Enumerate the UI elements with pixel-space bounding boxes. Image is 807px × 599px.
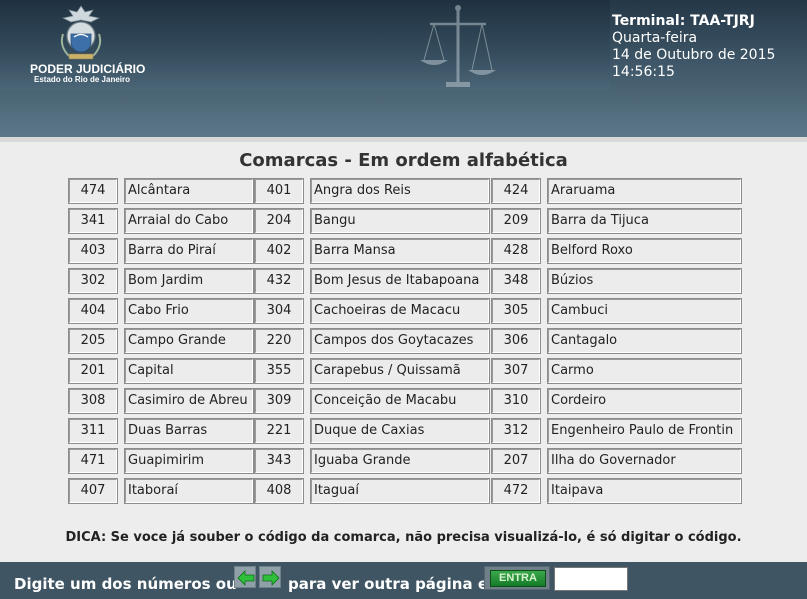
coat-of-arms-icon xyxy=(60,5,102,60)
comarca-code-button[interactable]: 343 xyxy=(254,448,304,474)
comarca-code-button[interactable]: 201 xyxy=(68,358,118,384)
comarca-name-button[interactable]: Duque de Caxias xyxy=(310,418,490,444)
code-input[interactable] xyxy=(554,567,628,591)
comarca-name-button[interactable]: Cambuci xyxy=(547,298,742,324)
comarca-code-button[interactable]: 407 xyxy=(68,478,118,504)
left-arrow-icon xyxy=(237,570,255,586)
comarca-name-button[interactable]: Itaipava xyxy=(547,478,742,504)
comarca-code-button[interactable]: 432 xyxy=(254,268,304,294)
comarca-name-button[interactable]: Casimiro de Abreu xyxy=(124,388,254,414)
comarca-code-button[interactable]: 310 xyxy=(491,388,541,414)
comarca-name-button[interactable]: Cantagalo xyxy=(547,328,742,354)
comarca-code-button[interactable]: 311 xyxy=(68,418,118,444)
org-name: PODER JUDICIÁRIO xyxy=(30,62,146,76)
comarca-name-button[interactable]: Cachoeiras de Macacu xyxy=(310,298,490,324)
comarca-code-button[interactable]: 207 xyxy=(491,448,541,474)
enter-button[interactable]: ENTRA xyxy=(484,566,550,590)
comarca-name-button[interactable]: Itaguaí xyxy=(310,478,490,504)
org-subtitle: Estado do Rio de Janeiro xyxy=(34,75,131,84)
comarca-code-button[interactable]: 304 xyxy=(254,298,304,324)
comarca-code-button[interactable]: 355 xyxy=(254,358,304,384)
previous-page-button[interactable] xyxy=(234,566,256,588)
footer-instruction-2: para ver outra página e xyxy=(288,575,489,593)
comarca-name-button[interactable]: Ilha do Governador xyxy=(547,448,742,474)
comarca-code-button[interactable]: 424 xyxy=(491,178,541,204)
comarca-code-button[interactable]: 209 xyxy=(491,208,541,234)
comarca-code-button[interactable]: 471 xyxy=(68,448,118,474)
main-content: Comarcas - Em ordem alfabética 474 Alcânt… xyxy=(0,142,807,562)
comarca-code-button[interactable]: 474 xyxy=(68,178,118,204)
comarca-name-button[interactable]: Campo Grande xyxy=(124,328,254,354)
comarca-code-button[interactable]: 302 xyxy=(68,268,118,294)
comarca-code-button[interactable]: 408 xyxy=(254,478,304,504)
comarca-name-button[interactable]: Bom Jardim xyxy=(124,268,254,294)
comarca-name-button[interactable]: Araruama xyxy=(547,178,742,204)
comarca-code-button[interactable]: 341 xyxy=(68,208,118,234)
comarca-code-button[interactable]: 312 xyxy=(491,418,541,444)
weekday: Quarta-feira xyxy=(612,30,698,46)
comarca-name-button[interactable]: Alcântara xyxy=(124,178,254,204)
comarca-code-button[interactable]: 204 xyxy=(254,208,304,234)
footer-instruction-1: Digite um dos números ou xyxy=(14,575,237,593)
comarca-code-button[interactable]: 220 xyxy=(254,328,304,354)
comarca-name-button[interactable]: Cordeiro xyxy=(547,388,742,414)
page-title: Comarcas - Em ordem alfabética xyxy=(239,150,568,171)
comarca-name-button[interactable]: Barra do Piraí xyxy=(124,238,254,264)
comarca-name-button[interactable]: Guapimirim xyxy=(124,448,254,474)
comarca-name-button[interactable]: Iguaba Grande xyxy=(310,448,490,474)
comarca-name-button[interactable]: Bangu xyxy=(310,208,490,234)
comarca-code-button[interactable]: 307 xyxy=(491,358,541,384)
comarca-name-button[interactable]: Angra dos Reis xyxy=(310,178,490,204)
comarca-code-button[interactable]: 309 xyxy=(254,388,304,414)
comarca-code-button[interactable]: 401 xyxy=(254,178,304,204)
comarca-code-button[interactable]: 348 xyxy=(491,268,541,294)
comarca-name-button[interactable]: Búzios xyxy=(547,268,742,294)
comarca-name-button[interactable]: Barra da Tijuca xyxy=(547,208,742,234)
comarca-code-button[interactable]: 428 xyxy=(491,238,541,264)
footer-bar: Digite um dos números ou para ver outra … xyxy=(0,562,807,599)
comarca-code-button[interactable]: 404 xyxy=(68,298,118,324)
comarca-code-button[interactable]: 308 xyxy=(68,388,118,414)
enter-button-label: ENTRA xyxy=(490,570,546,587)
comarca-name-button[interactable]: Arraial do Cabo xyxy=(124,208,254,234)
comarca-name-button[interactable]: Duas Barras xyxy=(124,418,254,444)
comarca-name-button[interactable]: Barra Mansa xyxy=(310,238,490,264)
terminal-info: Terminal: TAA-TJRJ Quarta-feira 14 de Ou… xyxy=(612,13,775,81)
comarca-name-button[interactable]: Campos dos Goytacazes xyxy=(310,328,490,354)
comarca-name-button[interactable]: Engenheiro Paulo de Frontin xyxy=(547,418,742,444)
header-banner: PODER JUDICIÁRIO Estado do Rio de Janeir… xyxy=(0,0,807,138)
terminal-name: Terminal: TAA-TJRJ xyxy=(612,13,755,29)
comarca-name-button[interactable]: Belford Roxo xyxy=(547,238,742,264)
comarca-name-button[interactable]: Cabo Frio xyxy=(124,298,254,324)
tip-text: DICA: Se voce já souber o código da coma… xyxy=(65,530,742,545)
comarca-code-button[interactable]: 305 xyxy=(491,298,541,324)
comarca-name-button[interactable]: Itaboraí xyxy=(124,478,254,504)
next-page-button[interactable] xyxy=(259,566,281,588)
comarca-code-button[interactable]: 402 xyxy=(254,238,304,264)
current-date: 14 de Outubro de 2015 xyxy=(612,47,776,63)
comarca-name-button[interactable]: Carapebus / Quissamã xyxy=(310,358,490,384)
comarca-code-button[interactable]: 205 xyxy=(68,328,118,354)
comarca-code-button[interactable]: 403 xyxy=(68,238,118,264)
comarca-code-button[interactable]: 221 xyxy=(254,418,304,444)
scales-of-justice-icon xyxy=(420,5,496,87)
comarca-code-button[interactable]: 472 xyxy=(491,478,541,504)
comarca-code-button[interactable]: 306 xyxy=(491,328,541,354)
comarca-name-button[interactable]: Conceição de Macabu xyxy=(310,388,490,414)
comarca-name-button[interactable]: Carmo xyxy=(547,358,742,384)
comarca-name-button[interactable]: Bom Jesus de Itabapoana xyxy=(310,268,490,294)
current-time: 14:56:15 xyxy=(612,64,675,80)
comarca-name-button[interactable]: Capital xyxy=(124,358,254,384)
right-arrow-icon xyxy=(262,570,280,586)
